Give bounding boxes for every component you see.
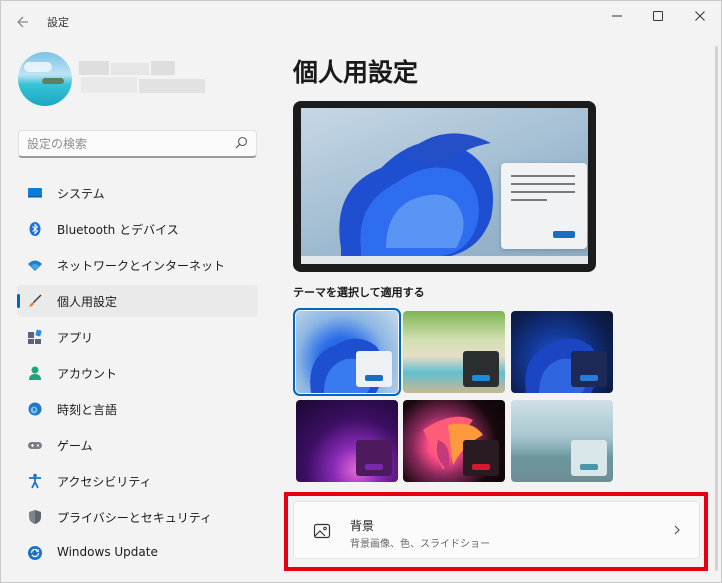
sidebar-item-label: ゲーム [57,439,93,453]
theme-sunrise[interactable] [511,400,613,482]
search-icon[interactable] [234,136,248,150]
red-highlight-annotation [284,492,708,571]
back-arrow-icon [17,16,28,28]
bluetooth-icon [29,222,41,236]
theme-captured-motion[interactable] [296,400,398,482]
title-bar: 設定 [1,1,721,43]
preview-screen [301,108,588,256]
preview-sample-window [501,163,587,249]
theme-preview [293,101,596,272]
update-icon [28,546,42,560]
sidebar-item-accessibility[interactable]: アクセシビリティ [17,465,258,497]
theme-windows-light[interactable] [293,308,401,396]
sidebar-item-apps[interactable]: アプリ [17,321,258,353]
sidebar-nav: システム Bluetooth とデバイス ネットワークとインターネット 個人用設… [17,177,258,573]
shield-icon [29,510,41,524]
sidebar-item-label: アプリ [57,331,94,345]
selection-indicator [17,294,20,308]
clock-globe-icon [28,402,42,416]
sidebar-item-label: プライバシーとセキュリティ [57,511,213,525]
avatar-cloud [24,62,52,72]
avatar-island [42,78,64,84]
sidebar-item-label: ネットワークとインターネット [57,259,226,273]
back-button[interactable] [11,11,35,33]
close-icon [695,11,705,21]
sidebar-item-label: Windows Update [57,545,158,559]
sidebar-item-time-language[interactable]: 時刻と言語 [17,393,258,425]
avatar[interactable] [18,52,72,106]
sidebar-item-label: Bluetooth とデバイス [57,223,179,237]
sidebar-item-label: 個人用設定 [57,295,118,309]
sidebar-item-bluetooth[interactable]: Bluetooth とデバイス [17,213,258,245]
person-icon [29,366,41,380]
theme-glow-beach[interactable] [403,311,505,393]
close-button[interactable] [680,5,720,27]
theme-section-label: テーマを選択して適用する [293,286,425,299]
sidebar-item-network[interactable]: ネットワークとインターネット [17,249,258,281]
gamepad-icon [28,442,42,449]
page-title: 個人用設定 [293,58,419,87]
sidebar-item-label: システム [57,187,105,201]
maximize-button[interactable] [638,5,678,27]
sidebar-item-privacy[interactable]: プライバシーとセキュリティ [17,501,258,533]
sidebar-item-personalization[interactable]: 個人用設定 [17,285,258,317]
theme-flow[interactable] [403,400,505,482]
sidebar-item-label: 時刻と言語 [57,403,118,417]
accessibility-icon [29,473,41,489]
sidebar-item-windows-update[interactable]: Windows Update [17,537,258,569]
brush-icon [29,294,42,307]
apps-icon [28,329,42,344]
minimize-button[interactable] [597,5,637,27]
preview-taskbar [301,256,588,264]
wifi-icon [28,260,42,271]
display-icon [28,188,42,198]
app-title: 設定 [47,16,69,29]
settings-window: 設定 システム [0,0,722,583]
scrollbar[interactable] [715,46,718,571]
minimize-icon [612,15,622,17]
sidebar-item-label: アカウント [57,367,118,381]
sidebar-item-label: アクセシビリティ [57,475,152,489]
theme-windows-dark[interactable] [511,311,613,393]
sidebar-item-accounts[interactable]: アカウント [17,357,258,389]
search-box[interactable] [18,130,257,158]
sidebar-item-system[interactable]: システム [17,177,258,209]
search-input[interactable] [27,135,227,153]
maximize-icon [653,11,663,21]
sidebar-item-gaming[interactable]: ゲーム [17,429,258,461]
